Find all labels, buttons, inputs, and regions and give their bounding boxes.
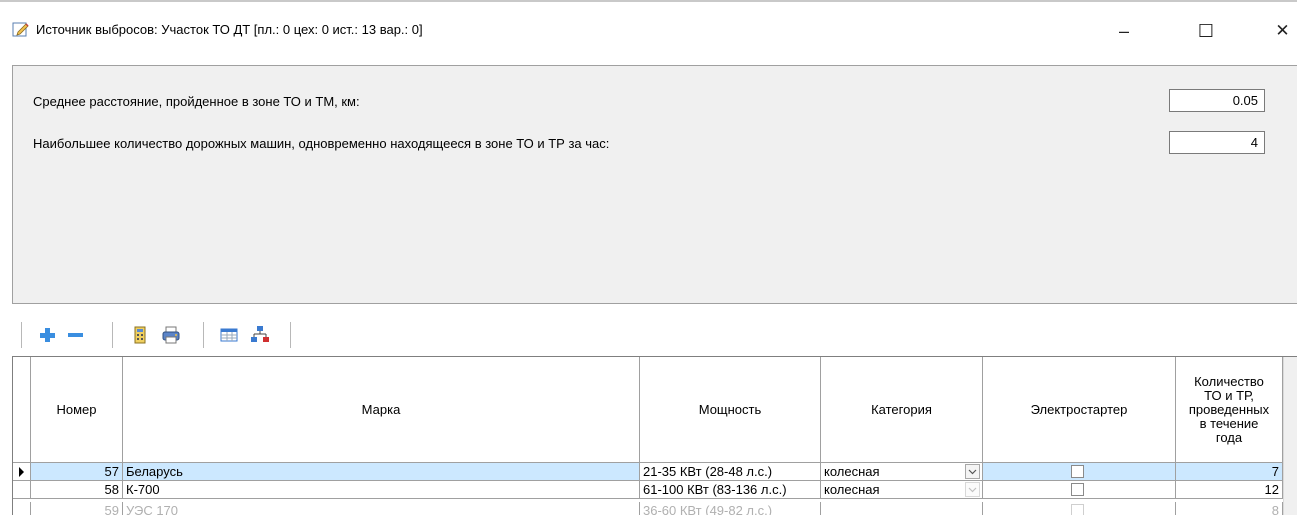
table-row[interactable]: 58 К-700 61-100 КВт (83-136 л.с.) колесн… xyxy=(13,481,1283,499)
avg-distance-label: Среднее расстояние, пройденное в зоне ТО… xyxy=(33,94,360,109)
cell-number[interactable]: 58 xyxy=(31,481,123,499)
machines-grid: Номер Марка Мощность Категория Электрост… xyxy=(12,356,1297,515)
cell-brand[interactable]: Беларусь xyxy=(123,463,640,481)
window-title: Источник выбросов: Участок ТО ДТ [пл.: 0… xyxy=(36,22,423,37)
cell-category[interactable]: колесная xyxy=(821,481,983,499)
cell-brand[interactable]: К-700 xyxy=(123,481,640,499)
avg-distance-input[interactable]: 0.05 xyxy=(1169,89,1265,112)
row-indicator-header xyxy=(13,357,31,463)
column-header-count-line: ТО и ТР, xyxy=(1204,387,1254,403)
cell-number[interactable]: 59 xyxy=(31,502,123,515)
row-indicator xyxy=(13,502,31,515)
cell-count[interactable]: 7 xyxy=(1176,463,1283,481)
column-header-starter[interactable]: Электростартер xyxy=(983,357,1176,463)
starter-checkbox[interactable] xyxy=(1071,483,1084,496)
cell-starter xyxy=(983,463,1176,481)
tree-icon[interactable] xyxy=(249,324,271,346)
chevron-down-icon[interactable] xyxy=(965,464,980,479)
title-bar: Источник выбросов: Участок ТО ДТ [пл.: 0… xyxy=(0,18,1297,48)
starter-checkbox[interactable] xyxy=(1071,504,1084,515)
cell-category[interactable]: колесная xyxy=(821,463,983,481)
cell-power[interactable]: 21-35 КВт (28-48 л.с.) xyxy=(640,463,821,481)
remove-icon[interactable] xyxy=(64,324,86,346)
cell-number[interactable]: 57 xyxy=(31,463,123,481)
add-icon[interactable] xyxy=(36,324,58,346)
max-machines-input[interactable]: 4 xyxy=(1169,131,1265,154)
vertical-scrollbar[interactable] xyxy=(1283,357,1297,515)
toolbar-separator xyxy=(21,322,22,348)
window-top-border xyxy=(0,0,1297,2)
calculator-icon[interactable] xyxy=(129,324,151,346)
cell-count[interactable]: 8 xyxy=(1176,502,1283,515)
toolbar-separator xyxy=(112,322,113,348)
chevron-down-icon[interactable] xyxy=(965,482,980,497)
max-machines-label: Наибольшее количество дорожных машин, од… xyxy=(33,136,610,151)
category-value: колесная xyxy=(824,482,880,497)
column-header-count[interactable]: Количество ТО и ТР, проведенных в течени… xyxy=(1176,357,1283,463)
column-header-count-line: года xyxy=(1215,429,1243,445)
parameters-panel: Среднее расстояние, пройденное в зоне ТО… xyxy=(12,65,1297,304)
toolbar-separator xyxy=(203,322,204,348)
cell-starter xyxy=(983,502,1176,515)
table-icon[interactable] xyxy=(218,324,240,346)
cell-power[interactable]: 36-60 КВт (49-82 л.с.) xyxy=(640,502,821,515)
cell-brand[interactable]: УЭС 170 xyxy=(123,502,640,515)
cell-category[interactable] xyxy=(821,502,983,515)
column-header-number[interactable]: Номер xyxy=(31,357,123,463)
maximize-button[interactable]: ☐ xyxy=(1186,18,1226,44)
row-indicator xyxy=(13,481,31,499)
row-indicator xyxy=(13,463,31,481)
edit-pencil-icon xyxy=(12,20,30,38)
print-icon[interactable] xyxy=(160,324,182,346)
column-header-count-line: в течение xyxy=(1199,415,1259,431)
column-header-brand[interactable]: Марка xyxy=(123,357,640,463)
column-header-count-line: проведенных xyxy=(1188,401,1270,417)
category-value: колесная xyxy=(824,464,880,479)
minimize-button[interactable]: – xyxy=(1104,18,1144,44)
cell-power[interactable]: 61-100 КВт (83-136 л.с.) xyxy=(640,481,821,499)
starter-checkbox[interactable] xyxy=(1071,465,1084,478)
toolbar-separator xyxy=(290,322,291,348)
table-row-partial[interactable]: 59 УЭС 170 36-60 КВт (49-82 л.с.) 8 xyxy=(13,502,1283,515)
cell-count[interactable]: 12 xyxy=(1176,481,1283,499)
column-header-category[interactable]: Категория xyxy=(821,357,983,463)
grid-toolbar xyxy=(0,318,1297,356)
close-button[interactable]: ✕ xyxy=(1268,18,1297,44)
column-header-count-line: Количество xyxy=(1194,373,1264,389)
table-row[interactable]: 57 Беларусь 21-35 КВт (28-48 л.с.) колес… xyxy=(13,463,1283,481)
current-row-arrow-icon xyxy=(19,466,24,477)
column-header-power[interactable]: Мощность xyxy=(640,357,821,463)
cell-starter xyxy=(983,481,1176,499)
